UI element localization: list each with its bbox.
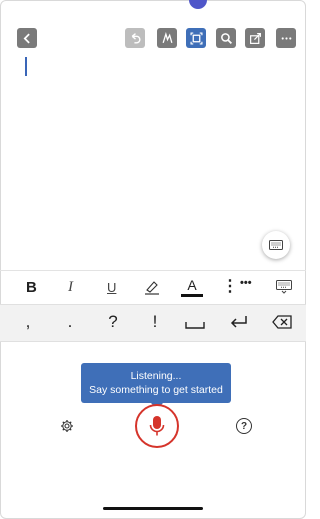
focus-button[interactable]	[186, 28, 206, 48]
home-indicator	[103, 507, 203, 510]
return-icon	[230, 316, 247, 328]
bold-button[interactable]: B	[26, 279, 37, 296]
period-key[interactable]: .	[58, 312, 82, 332]
backspace-icon	[272, 315, 292, 329]
draw-button[interactable]	[157, 28, 177, 48]
comma-key[interactable]: ,	[16, 312, 40, 332]
frame-icon	[189, 31, 203, 45]
top-toolbar	[0, 0, 306, 48]
search-icon	[220, 32, 232, 44]
chevron-left-icon	[23, 33, 30, 43]
highlighter-icon	[145, 281, 159, 295]
highlight-button[interactable]	[143, 279, 161, 300]
keyboard-switch-button[interactable]	[276, 280, 292, 299]
undo-icon	[131, 32, 140, 44]
pen-icon	[162, 31, 172, 43]
search-button[interactable]	[216, 28, 236, 48]
vertical-divider-dots: ⋮	[222, 278, 238, 295]
underline-button[interactable]: U	[107, 280, 116, 295]
space-icon	[185, 322, 205, 329]
keyboard-icon	[276, 280, 292, 294]
punctuation-bar: , . ? !	[0, 304, 306, 342]
exclamation-key[interactable]: !	[143, 312, 167, 332]
listening-tooltip: Listening... Say something to get starte…	[81, 363, 231, 403]
more-formatting-button[interactable]: •••	[240, 277, 252, 289]
back-button[interactable]	[17, 28, 37, 48]
tooltip-hint: Say something to get started	[89, 384, 223, 396]
font-color-letter: A	[187, 277, 197, 293]
question-mark-key[interactable]: ?	[101, 312, 125, 332]
font-color-swatch	[181, 294, 203, 297]
share-icon	[249, 32, 261, 44]
return-key[interactable]	[229, 314, 249, 335]
microphone-icon	[149, 416, 165, 436]
italic-button[interactable]: I	[68, 279, 73, 296]
undo-button[interactable]	[125, 28, 145, 48]
help-button[interactable]: ?	[236, 418, 252, 434]
delete-key[interactable]	[272, 315, 292, 334]
text-cursor	[25, 57, 27, 76]
space-key[interactable]	[185, 317, 205, 335]
font-color-button[interactable]: A	[181, 277, 203, 297]
ellipsis-icon	[281, 36, 291, 40]
dictation-mic-button[interactable]	[135, 404, 179, 448]
share-button[interactable]	[245, 28, 265, 48]
keyboard-icon	[269, 240, 283, 250]
more-button[interactable]	[276, 28, 296, 48]
settings-gear-icon[interactable]	[60, 419, 74, 433]
tooltip-status: Listening...	[130, 370, 182, 382]
keyboard-toggle-button[interactable]	[262, 231, 290, 259]
formatting-toolbar: B I U A ⋮ •••	[0, 270, 306, 304]
